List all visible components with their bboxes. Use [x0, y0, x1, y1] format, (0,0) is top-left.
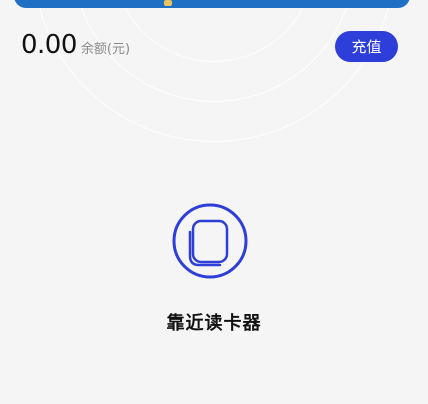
- app-screen: 0.00 余额(元) 充值 靠近读卡器: [0, 0, 428, 404]
- card-banner: [14, 0, 410, 8]
- balance-label: 余额(元): [80, 42, 131, 57]
- decorative-ring: [33, 0, 395, 142]
- balance-amount: 0.00: [21, 30, 77, 60]
- card-chip-icon: [164, 0, 172, 6]
- balance-row: 0.00 余额(元): [21, 30, 130, 64]
- recharge-button[interactable]: 充值: [335, 31, 398, 62]
- tap-reader-hint: 靠近读卡器: [166, 313, 262, 334]
- card-reader-icon: [172, 203, 248, 279]
